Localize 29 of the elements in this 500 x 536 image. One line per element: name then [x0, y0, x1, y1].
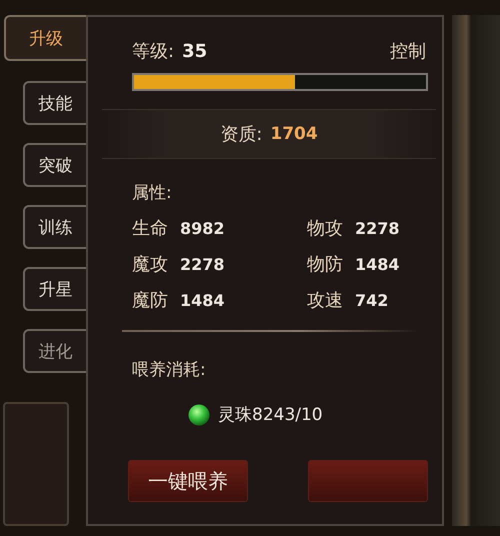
- attributes-title: 属性:: [132, 182, 173, 204]
- tab[interactable]: 突破: [23, 143, 86, 187]
- feed-button[interactable]: 一键喂养: [128, 460, 248, 502]
- level-value: 35: [182, 40, 208, 62]
- tab[interactable]: 技能: [23, 81, 86, 125]
- tab[interactable]: 升级: [4, 15, 86, 61]
- stat-name: 生命: [132, 217, 168, 240]
- aptitude-value: 1704: [270, 124, 318, 144]
- stat-value: 2278: [180, 254, 225, 274]
- stat-value: 742: [355, 290, 388, 310]
- stat-value: 2278: [355, 218, 400, 238]
- tab[interactable]: 训练: [23, 205, 86, 249]
- cost-text: 灵珠8243/10: [218, 404, 323, 426]
- stat-value: 1484: [180, 290, 225, 310]
- type-label: 控制: [390, 40, 426, 63]
- aptitude-label: 资质:: [220, 123, 262, 146]
- stat-name: 攻速: [307, 289, 343, 312]
- stat-name: 魔防: [132, 289, 168, 312]
- tab[interactable]: 升星: [23, 267, 86, 311]
- action-button[interactable]: [308, 460, 428, 502]
- stat-name: 物攻: [307, 217, 343, 240]
- level-label: 等级:: [132, 40, 174, 63]
- feed-cost-title: 喂养消耗:: [132, 359, 207, 381]
- orb-icon: [188, 404, 210, 426]
- item-slot[interactable]: [3, 402, 69, 526]
- stat-value: 8982: [180, 218, 225, 238]
- stat-name: 物防: [307, 253, 343, 276]
- stat-value: 1484: [355, 254, 400, 274]
- stat-name: 魔攻: [132, 253, 168, 276]
